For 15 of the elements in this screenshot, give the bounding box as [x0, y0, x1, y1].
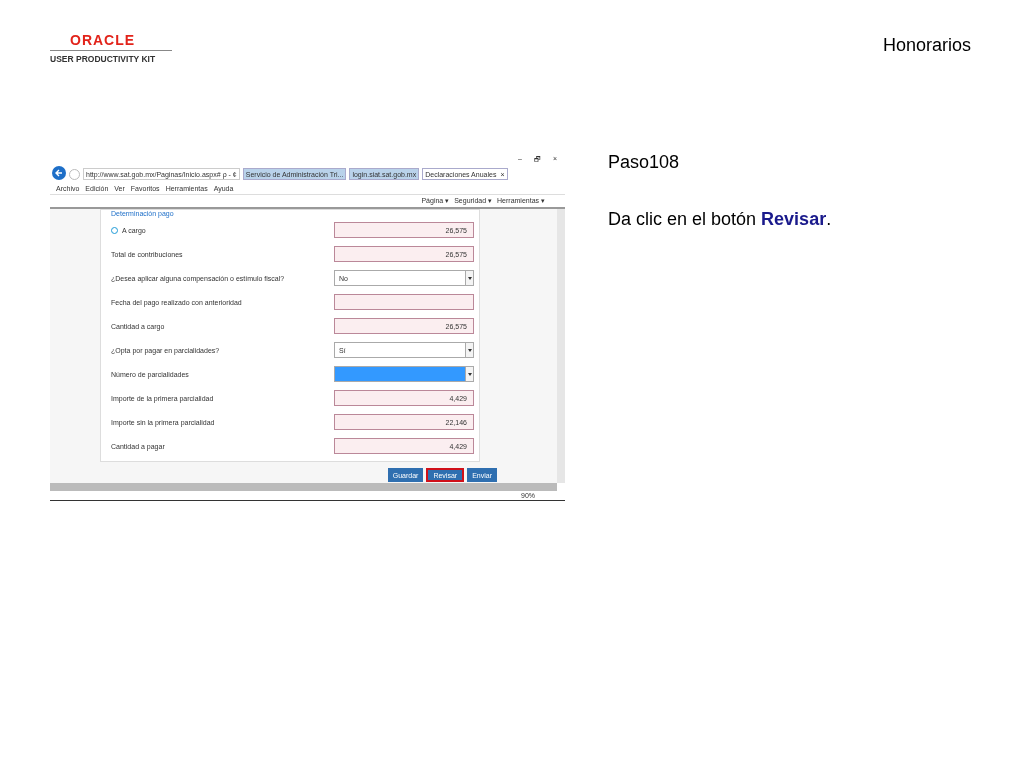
- select-field[interactable]: [334, 366, 474, 382]
- step-title: Paso108: [608, 152, 681, 173]
- logo-brand: ORACLE: [70, 33, 136, 48]
- caret-icon: [467, 276, 472, 280]
- horizontal-scrollbar[interactable]: [50, 483, 557, 491]
- page-title: Honorarios: [882, 35, 971, 57]
- back-button[interactable]: [52, 166, 66, 180]
- vertical-scrollbar[interactable]: [557, 209, 565, 483]
- caret-icon: [467, 348, 472, 352]
- step-instruction: Da clic en el botón Revisar.: [608, 209, 832, 230]
- caret-icon: [467, 372, 472, 376]
- arrow-icon: [55, 169, 63, 177]
- input-field[interactable]: [334, 294, 474, 310]
- logo-product: USER PRODUCTIVITY KIT: [50, 54, 156, 64]
- help-icon[interactable]: [111, 226, 118, 234]
